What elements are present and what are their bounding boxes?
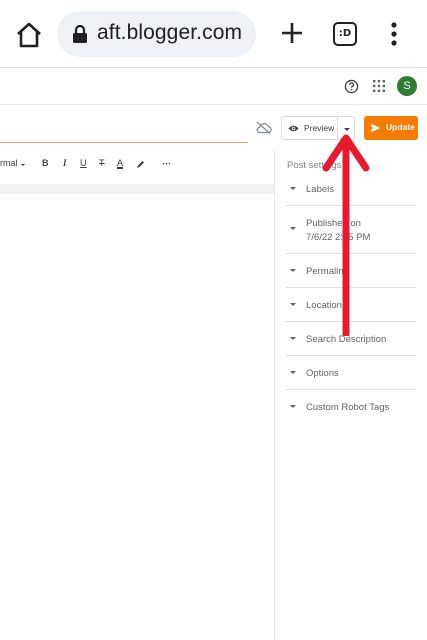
chevron-down-icon <box>290 371 296 374</box>
chevron-down-icon <box>290 269 296 272</box>
sidebar-item-label: Custom Robot Tags <box>306 402 390 413</box>
chevron-down-icon <box>290 187 296 190</box>
chevron-down-icon <box>290 303 296 306</box>
title-input-underline[interactable] <box>0 142 248 143</box>
sidebar-item-custom-robot-tags[interactable]: Custom Robot Tags <box>286 391 416 424</box>
strikethrough-button[interactable]: T <box>99 158 105 168</box>
new-tab-icon[interactable] <box>279 20 305 46</box>
browser-toolbar: aft.blogger.com :D <box>0 0 427 68</box>
more-options-button[interactable]: ⋯ <box>162 158 172 169</box>
paragraph-format-dropdown[interactable]: rmal <box>0 158 18 168</box>
address-bar[interactable]: aft.blogger.com <box>57 11 256 57</box>
sidebar-item-options[interactable]: Options <box>286 357 416 390</box>
more-vert-icon[interactable] <box>386 20 402 48</box>
cloud-off-icon <box>256 121 272 134</box>
update-button[interactable]: Update <box>364 116 418 140</box>
format-caret-icon <box>21 164 25 166</box>
formatting-toolbar: rmal B I U T A ⋯ <box>0 152 274 178</box>
home-icon[interactable] <box>14 20 44 50</box>
sidebar-item-label: Options <box>306 368 339 379</box>
avatar[interactable]: S <box>397 76 417 96</box>
chevron-down-icon <box>290 227 296 230</box>
url-text: aft.blogger.com <box>97 21 243 44</box>
highlight-pen-icon[interactable] <box>136 160 145 169</box>
post-body-editor[interactable] <box>0 194 274 640</box>
italic-button[interactable]: I <box>63 158 67 168</box>
tab-switcher-button[interactable]: :D <box>333 22 357 46</box>
send-icon <box>370 123 381 133</box>
apps-icon[interactable] <box>373 80 385 92</box>
bold-button[interactable]: B <box>42 158 49 168</box>
annotation-arrow-icon <box>322 134 370 336</box>
eye-icon <box>288 125 299 132</box>
underline-button[interactable]: U <box>80 158 87 168</box>
lock-icon <box>73 24 87 43</box>
blogger-header: S <box>0 69 427 105</box>
editor-top-strip <box>0 184 274 194</box>
sidebar-divider <box>274 150 275 640</box>
chevron-down-icon <box>290 405 296 408</box>
chevron-down-icon <box>290 337 296 340</box>
help-icon[interactable] <box>344 79 359 94</box>
update-label: Update <box>386 122 415 132</box>
text-color-button[interactable]: A <box>117 158 123 168</box>
